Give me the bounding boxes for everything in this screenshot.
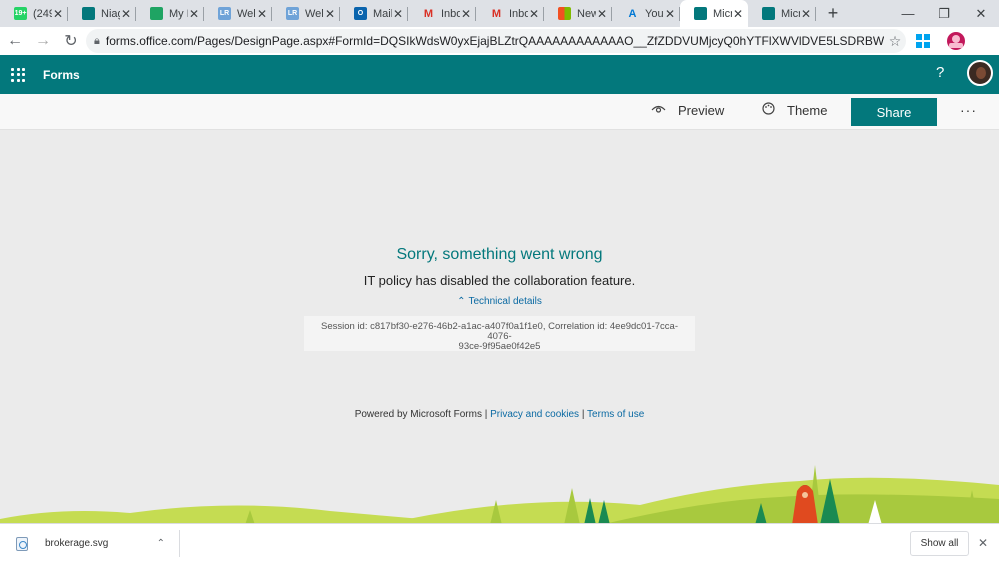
tab-title: New [577,7,596,20]
download-item[interactable]: brokerage.svg ⌃ [8,530,180,557]
browser-tab[interactable]: Microsoft Forms✕ [748,0,816,27]
close-tab-icon[interactable]: ✕ [256,7,268,21]
profile-avatar-icon[interactable] [946,31,966,51]
tab-title: Mail [373,7,392,20]
download-filename[interactable]: brokerage.svg [45,538,157,549]
forward-icon[interactable]: → [30,28,56,54]
eye-icon [651,102,666,118]
session-id-text: Session id: c817bf30-e276-46b2-a1ac-a407… [320,321,679,342]
browser-tab[interactable]: My Drive✕ [136,0,204,27]
browser-tab[interactable]: Niag✕ [68,0,136,27]
gmail-icon: M [491,7,502,20]
browser-tab[interactable]: LR Welcome✕ [204,0,272,27]
error-title: Sorry, something went wrong [396,246,603,263]
lr-icon: LR [218,7,231,20]
user-avatar[interactable] [967,60,993,86]
browser-tab[interactable]: A You ✕ [612,0,680,27]
page-footer: Powered by Microsoft Forms | Privacy and… [0,409,999,420]
close-tab-icon[interactable]: ✕ [460,7,472,21]
show-all-button[interactable]: Show all [910,531,969,556]
landscape-illustration [0,465,999,525]
palette-icon [762,102,775,118]
azure-icon: A [628,7,637,20]
app-name[interactable]: Forms [43,68,80,82]
powered-by-text: Powered by Microsoft Forms | [354,409,491,420]
forms-header: Forms ? [0,55,999,94]
restore-icon[interactable]: ❐ [926,0,962,27]
theme-label: Theme [787,102,828,118]
close-tab-icon[interactable]: ✕ [800,7,812,21]
tab-title: Welcome [237,7,256,20]
file-icon [16,536,28,551]
error-message: IT policy has disabled the collaboration… [363,273,636,288]
close-tab-icon[interactable]: ✕ [596,7,608,21]
technical-details-panel: Session id: c817bf30-e276-46b2-a1ac-a407… [304,316,695,352]
reload-icon[interactable]: ↻ [58,28,84,54]
close-tab-icon[interactable]: ✕ [664,7,676,21]
bookmark-star-icon[interactable]: ☆ [884,33,906,50]
new-tab-button[interactable]: + [816,3,850,24]
close-tab-icon[interactable]: ✕ [732,7,744,21]
footer-separator: | [579,409,588,420]
lock-icon: 🔒︎ [94,34,100,47]
back-icon[interactable]: ← [2,28,28,54]
close-tab-icon[interactable]: ✕ [52,7,64,21]
app-launcher-icon[interactable] [11,67,25,82]
close-tab-icon[interactable]: ✕ [120,7,132,21]
close-download-bar-icon[interactable]: ✕ [978,536,988,550]
tab-title: Microsoft Forms [713,7,732,20]
tab-title: Inbox [509,7,528,20]
session-id-text-cont: 93ce-9f95ae0f42e5 [458,341,541,352]
outlook-icon: O [354,7,367,20]
drive-icon [150,7,163,20]
browser-tab[interactable]: 19+ (249 ✕ [0,0,68,27]
terms-link[interactable]: Terms of use [587,409,644,420]
privacy-link[interactable]: Privacy and cookies [490,409,579,420]
tab-title: Welcome [305,7,324,20]
close-tab-icon[interactable]: ✕ [324,7,336,21]
tab-title: (249 [33,7,52,20]
browser-tab[interactable]: M Inbox✕ [476,0,544,27]
windows-extension-icon[interactable] [913,31,933,51]
close-tab-icon[interactable]: ✕ [392,7,404,21]
browser-tab[interactable]: M Inbox✕ [408,0,476,27]
share-button[interactable]: Share [851,98,937,126]
forms-icon [694,7,707,20]
address-bar[interactable]: 🔒︎ forms.office.com/Pages/DesignPage.asp… [86,29,906,53]
url-text[interactable]: forms.office.com/Pages/DesignPage.aspx#F… [106,34,884,48]
close-tab-icon[interactable]: ✕ [188,7,200,21]
browser-toolbar: ← → ↻ 🔒︎ forms.office.com/Pages/DesignPa… [0,27,999,55]
more-options-icon[interactable]: ··· [960,102,977,118]
forms-icon [762,7,775,20]
technical-details-label: Technical details [468,296,542,307]
lr-icon: LR [286,7,299,20]
tab-title: Microsoft Forms [781,7,800,20]
theme-button[interactable]: Theme [762,102,827,118]
chevron-up-icon[interactable]: ⌃ [157,538,165,549]
download-bar: brokerage.svg ⌃ Show all ✕ [0,523,999,562]
command-bar: Preview Theme Share ··· [0,94,999,130]
preview-button[interactable]: Preview [651,102,724,118]
tab-title: My Drive [169,7,188,20]
preview-label: Preview [678,102,725,118]
help-icon[interactable]: ? [936,64,944,81]
browser-tab[interactable]: LR Welcome✕ [272,0,340,27]
browser-tab[interactable]: New ✕ [544,0,612,27]
tab-title: You [645,7,664,20]
close-window-icon[interactable]: ✕ [963,0,999,27]
browser-tab[interactable]: Microsoft Forms✕ [680,0,748,27]
forms-icon [82,7,95,20]
minimize-icon[interactable]: — [890,0,926,27]
browser-tab[interactable]: O Mail ✕ [340,0,408,27]
technical-details-toggle[interactable]: ⌃ Technical details [0,296,999,307]
microsoft-icon [558,7,571,20]
browser-tab-strip: 19+(249✕Niag✕My Drive✕LRWelcome✕LRWelcom… [0,0,999,27]
chevron-up-icon: ⌃ [457,296,466,307]
tab-title: Niag [101,7,120,20]
tab-title: Inbox [441,7,460,20]
gmail-icon: M [423,7,434,20]
close-tab-icon[interactable]: ✕ [528,7,540,21]
whatsapp-icon: 19+ [14,7,27,20]
